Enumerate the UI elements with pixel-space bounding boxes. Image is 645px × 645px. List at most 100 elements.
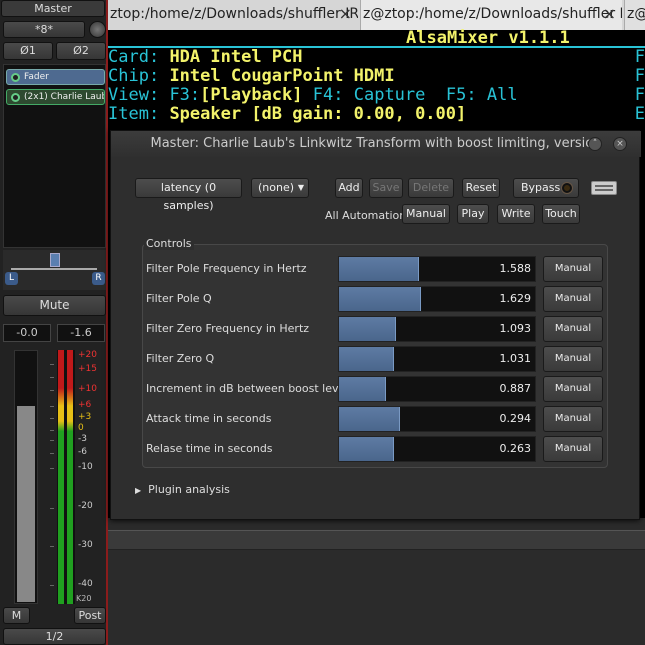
control-automation-button[interactable]: Manual <box>543 256 603 282</box>
chip-line: Chip: Intel CougarPoint HDMI <box>108 66 395 86</box>
expander-arrow-icon: ▶ <box>135 486 142 495</box>
plugin-window-title[interactable]: Master: Charlie Laub's Linkwitz Transfor… <box>111 131 641 157</box>
terminal-tabbar: ztop:/home/z/Downloads/shuffler IR × z@z… <box>108 0 645 30</box>
comments-button[interactable]: 1/2 <box>3 628 106 645</box>
phase-invert-1-button[interactable]: Ø1 <box>3 42 53 60</box>
processor-fader[interactable]: Fader <box>6 69 105 85</box>
control-slider[interactable]: 1.629 <box>338 286 536 312</box>
terminal-tab-2[interactable]: z@ztop:/home/z/Downloads/shuffler IR × <box>360 0 622 30</box>
strip-name-button[interactable]: Master <box>1 0 105 17</box>
automation-touch-button[interactable]: Touch <box>542 204 580 224</box>
gain-entry[interactable]: -0.0 <box>3 324 51 342</box>
meter-scale-label: -40 <box>78 579 93 589</box>
meter-type-label: K20 <box>76 594 92 603</box>
control-automation-button[interactable]: Manual <box>543 376 603 402</box>
control-label: Increment in dB between boost levels <box>146 382 355 395</box>
input-button[interactable]: *8* <box>3 21 85 38</box>
automation-write-button[interactable]: Write <box>497 204 535 224</box>
control-slider[interactable]: 1.588 <box>338 256 536 282</box>
control-slider[interactable]: 0.887 <box>338 376 536 402</box>
window-title: Master: Charlie Laub's Linkwitz Transfor… <box>150 136 602 151</box>
alsamixer-header: AlsaMixer v1.1.1 <box>406 28 570 48</box>
close-icon[interactable]: × <box>339 0 352 28</box>
slider-fill <box>339 437 394 461</box>
view-f4: F4: <box>312 85 344 105</box>
control-label: Filter Pole Q <box>146 292 212 305</box>
save-preset-button[interactable]: Save <box>369 178 403 198</box>
view-f5: F5: <box>445 85 477 105</box>
fader-fill <box>17 406 35 602</box>
chip-label: Chip: <box>108 66 160 86</box>
trim-knob[interactable] <box>89 21 106 38</box>
meter-point-button[interactable]: M <box>3 607 30 624</box>
close-icon[interactable]: × <box>613 137 627 151</box>
control-automation-button[interactable]: Manual <box>543 316 603 342</box>
processor-led-icon[interactable] <box>11 73 20 82</box>
gain-fader[interactable] <box>14 350 38 604</box>
keyboard-icon[interactable] <box>591 181 617 195</box>
control-slider[interactable]: 0.294 <box>338 406 536 432</box>
control-slider[interactable]: 1.031 <box>338 346 536 372</box>
plugin-analysis-expander[interactable]: ▶ Plugin analysis <box>135 483 230 496</box>
tab-title: z@ztop:/home/z/Downloads/shuffler IR <box>363 6 622 22</box>
control-automation-button[interactable]: Manual <box>543 436 603 462</box>
edge-char: F <box>634 66 645 86</box>
meter-scale-label: +10 <box>78 384 97 394</box>
meter-scale-label: +6 <box>78 400 92 410</box>
reset-button[interactable]: Reset <box>462 178 500 198</box>
slider-fill <box>339 317 396 341</box>
control-slider[interactable]: 1.093 <box>338 316 536 342</box>
phase-invert-2-button[interactable]: Ø2 <box>56 42 106 60</box>
preset-dropdown[interactable]: (none) ▼ <box>251 178 309 198</box>
edge-char: F <box>634 85 645 105</box>
bypass-button[interactable]: Bypass <box>513 178 579 198</box>
post-button[interactable]: Post <box>74 607 106 624</box>
terminal-tab-1[interactable]: ztop:/home/z/Downloads/shuffler IR × <box>108 0 358 30</box>
processor-plugin[interactable]: (2x1) Charlie Laub <box>6 89 105 105</box>
control-automation-button[interactable]: Manual <box>543 406 603 432</box>
control-value: 0.887 <box>499 382 532 395</box>
slider-fill <box>339 407 400 431</box>
terminal-tab-3[interactable]: z@z <box>624 0 645 30</box>
latency-button[interactable]: latency (0 samples) <box>135 178 242 212</box>
control-automation-button[interactable]: Manual <box>543 286 603 312</box>
level-meter <box>57 350 75 604</box>
item-value: Speaker [dB gain: 0.00, 0.00] <box>169 104 467 124</box>
control-label: Attack time in seconds <box>146 412 272 425</box>
control-value: 0.263 <box>499 442 532 455</box>
chip-value: Intel CougarPoint HDMI <box>169 66 395 86</box>
processor-box[interactable]: Fader (2x1) Charlie Laub <box>3 64 106 248</box>
control-value: 1.629 <box>499 292 532 305</box>
control-automation-button[interactable]: Manual <box>543 346 603 372</box>
panner[interactable]: L R <box>3 250 106 290</box>
view-all: All <box>486 85 518 105</box>
meter-scale-label: -3 <box>78 434 87 444</box>
slider-fill <box>339 377 386 401</box>
meter-scale-label: -10 <box>78 462 93 472</box>
tab-title: ztop:/home/z/Downloads/shuffler IR <box>110 6 358 22</box>
mute-button[interactable]: Mute <box>3 295 106 316</box>
pan-handle[interactable] <box>50 253 60 267</box>
analysis-label: Plugin analysis <box>148 483 230 496</box>
control-value: 1.588 <box>499 262 532 275</box>
control-label: Filter Zero Q <box>146 352 215 365</box>
automation-play-button[interactable]: Play <box>457 204 489 224</box>
minimize-icon[interactable]: ˄ <box>588 137 602 151</box>
add-preset-button[interactable]: Add <box>335 178 363 198</box>
processor-led-icon[interactable] <box>11 93 20 102</box>
automation-manual-button[interactable]: Manual <box>402 204 450 224</box>
plugin-window[interactable]: Master: Charlie Laub's Linkwitz Transfor… <box>110 130 641 520</box>
item-line: Item: Speaker [dB gain: 0.00, 0.00] <box>108 104 466 124</box>
control-slider[interactable]: 0.263 <box>338 436 536 462</box>
meter-bar-right <box>67 350 73 604</box>
bypass-led-icon <box>562 183 572 193</box>
terminal-lower-area <box>108 518 645 645</box>
delete-preset-button[interactable]: Delete <box>408 178 454 198</box>
card-value: HDA Intel PCH <box>169 47 303 67</box>
meter-scale-label: 0 <box>78 423 84 433</box>
edge-char: F <box>634 47 645 67</box>
slider-fill <box>339 347 394 371</box>
controls-title: Controls <box>144 237 194 250</box>
peak-display[interactable]: -1.6 <box>57 324 105 342</box>
close-icon[interactable]: × <box>603 0 616 28</box>
